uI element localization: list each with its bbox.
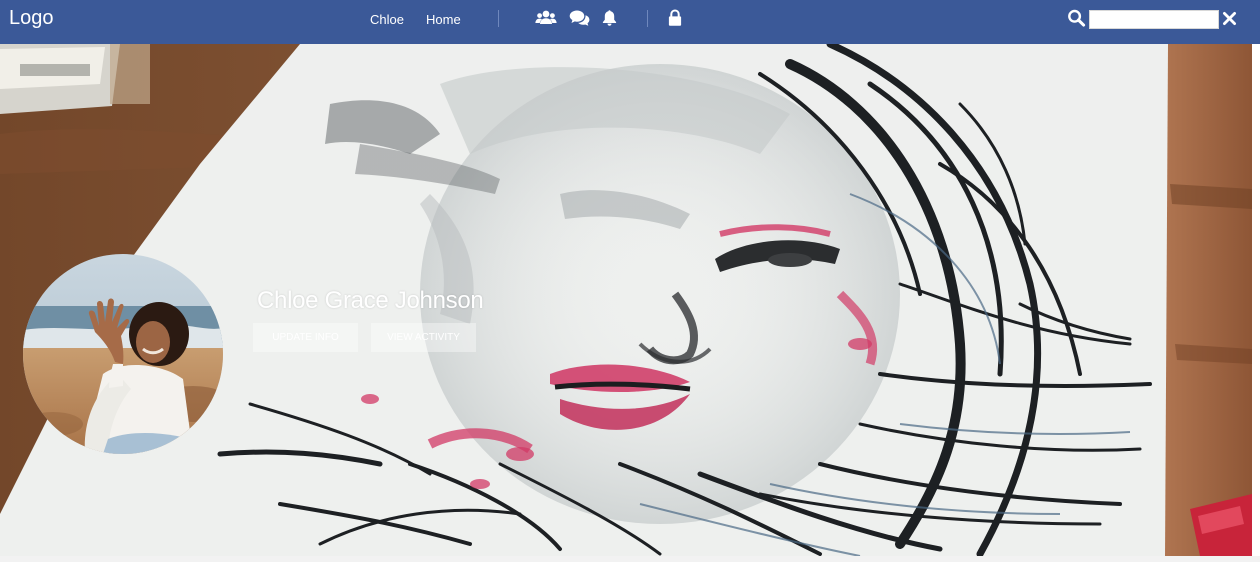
- search-icon[interactable]: [1067, 9, 1086, 27]
- chat-icon[interactable]: [569, 9, 590, 27]
- nav-link-home[interactable]: Home: [426, 12, 461, 28]
- profile-name: Chloe Grace Johnson: [257, 287, 484, 314]
- close-icon[interactable]: [1222, 11, 1237, 26]
- lock-icon[interactable]: [668, 9, 682, 27]
- nav-divider: [498, 10, 499, 27]
- logo[interactable]: Logo: [9, 6, 54, 30]
- nav-link-profile[interactable]: Chloe: [370, 12, 404, 28]
- top-navigation-bar: Logo Chloe Home: [0, 0, 1260, 44]
- avatar[interactable]: [23, 254, 223, 454]
- bell-icon[interactable]: [602, 9, 617, 27]
- update-info-button[interactable]: UPDATE INFO: [253, 323, 358, 352]
- scrollbar-track[interactable]: [1252, 44, 1260, 556]
- view-activity-button[interactable]: VIEW ACTIVITY: [371, 323, 476, 352]
- users-icon[interactable]: [535, 9, 557, 27]
- search-input[interactable]: [1089, 10, 1219, 29]
- content-divider: [0, 556, 1260, 562]
- avatar-image: [23, 254, 223, 454]
- nav-divider: [647, 10, 648, 27]
